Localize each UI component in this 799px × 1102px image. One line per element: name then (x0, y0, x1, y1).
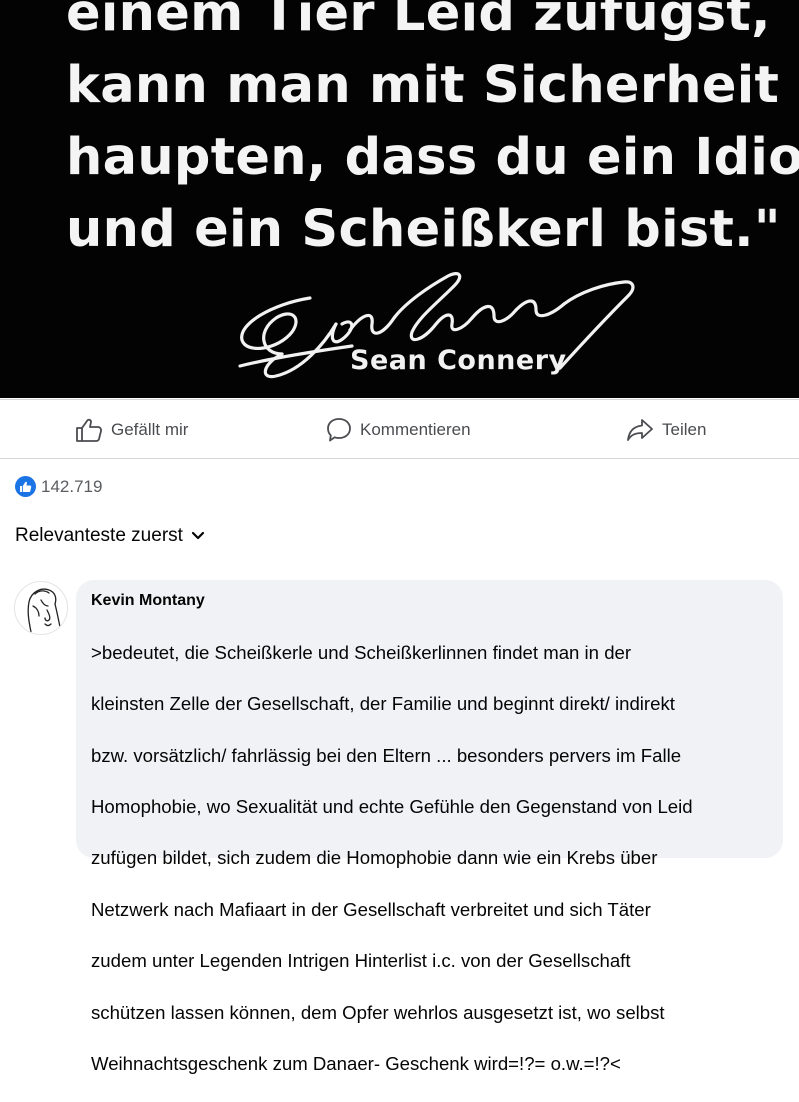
comment-sort-dropdown[interactable]: Relevanteste zuerst (15, 525, 205, 547)
comment-line: Weihnachtsgeschenk zum Danaer- Geschenk … (91, 1052, 621, 1074)
share-arrow-icon (627, 419, 653, 441)
reaction-count: 142.719 (41, 476, 103, 496)
comment-line: Netzwerk nach Mafiaart in der Gesellscha… (91, 898, 651, 920)
thumbs-up-icon (76, 418, 102, 442)
quote-line: einem Tier Leid zufügst, (66, 0, 771, 43)
chevron-down-icon (191, 531, 205, 540)
comment-line: kleinsten Zelle der Gesellschaft, der Fa… (91, 693, 675, 715)
thumbs-up-icon (15, 476, 36, 497)
like-button[interactable]: Gefällt mir (75, 417, 188, 443)
comment-text: >bedeutet, die Scheißkerle und Scheißker… (91, 614, 769, 1102)
like-label: Gefällt mir (111, 420, 189, 439)
comment-line: bzw. vorsätzlich/ fahrlässig bei den Elt… (91, 744, 682, 766)
comment-line: >bedeutet, die Scheißkerle und Scheißker… (91, 641, 632, 663)
post-action-bar: Gefällt mir Kommentieren Teilen (0, 399, 799, 459)
reaction-summary[interactable]: 142.719 (15, 476, 102, 497)
quote-line: und ein Scheißkerl bist." (66, 200, 781, 259)
comment-line: schützen lassen können, dem Opfer wehrlo… (91, 1001, 665, 1023)
comment-author[interactable]: Kevin Montany (91, 590, 769, 612)
quote-line: kann man mit Sicherheit be- (66, 56, 799, 115)
sort-label: Relevanteste zuerst (15, 525, 183, 546)
quote-text: einem Tier Leid zufügst, kann man mit Si… (66, 0, 799, 266)
avatar[interactable] (14, 581, 68, 635)
comment-label: Kommentieren (360, 420, 471, 439)
share-button[interactable]: Teilen (626, 417, 706, 443)
post-image[interactable]: einem Tier Leid zufügst, kann man mit Si… (0, 0, 799, 398)
face-sketch-icon (27, 588, 62, 633)
comment-bubble: Kevin Montany >bedeutet, die Scheißkerle… (76, 580, 783, 1074)
comment-line: Homophobie, wo Sexualität und echte Gefü… (91, 795, 693, 817)
share-label: Teilen (662, 420, 707, 439)
quote-line: haupten, dass du ein Idiot (66, 128, 799, 187)
comment-line: zudem unter Legenden Intrigen Hinterlist… (91, 950, 631, 972)
signature-name: Sean Connery (350, 345, 567, 376)
comment-button[interactable]: Kommentieren (326, 417, 471, 443)
speech-bubble-icon (327, 418, 351, 442)
comment-line: zufügen bildet, sich zudem die Homophobi… (91, 847, 658, 869)
